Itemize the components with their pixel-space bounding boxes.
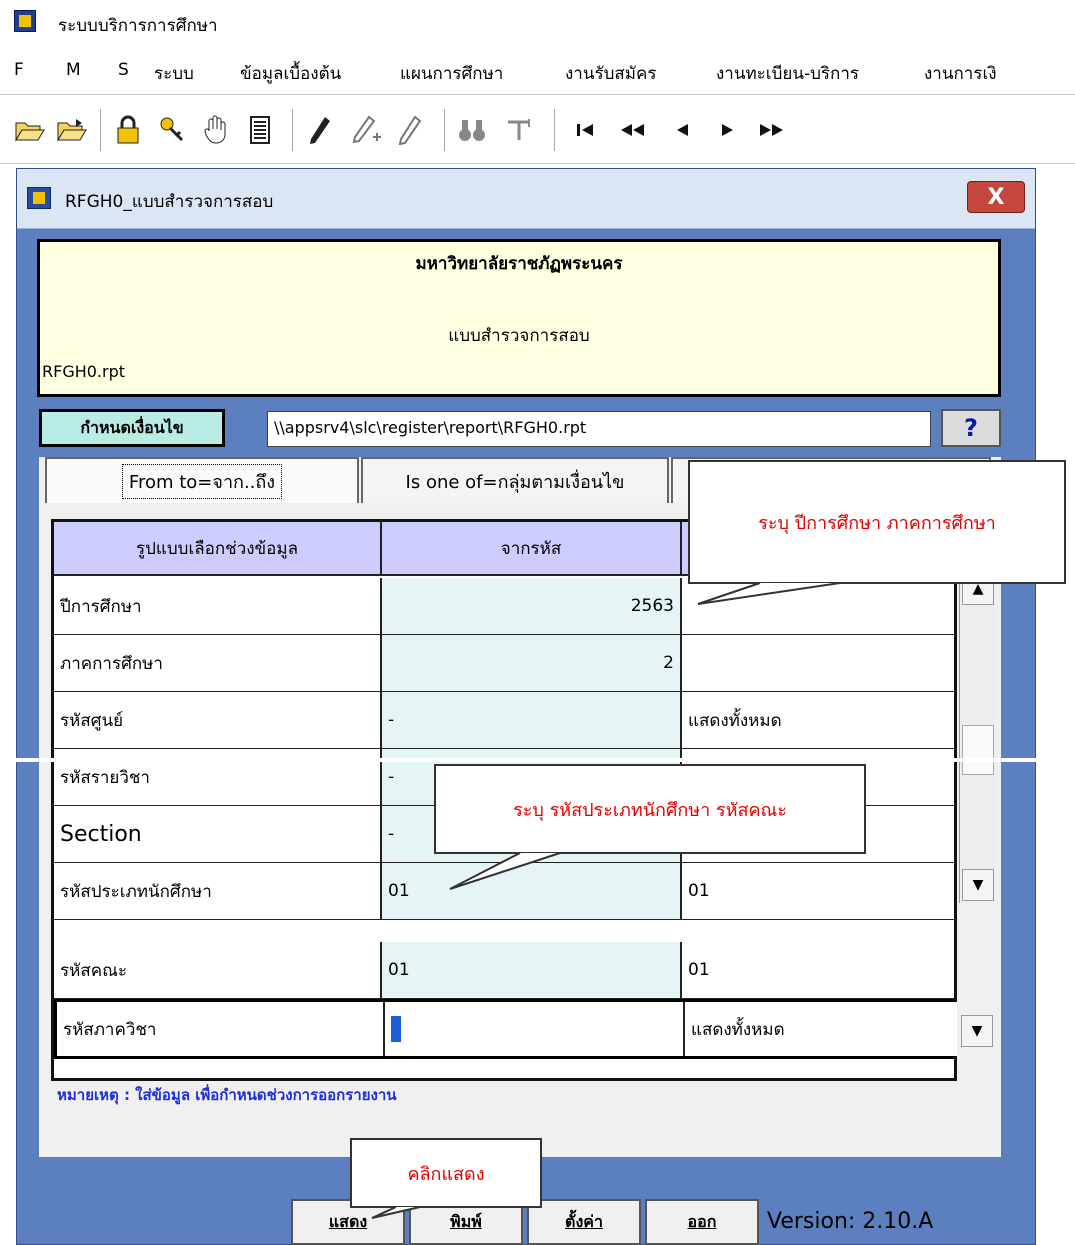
row-to-input[interactable]: 01 <box>682 863 954 919</box>
vertical-scrollbar[interactable]: ▲ ▼ <box>959 573 995 903</box>
menu-item-admission[interactable]: งานรับสมัคร <box>565 60 656 87</box>
window-titlebar: RFGH0_แบบสำรวจการสอบ X <box>17 169 1035 229</box>
row-from-input[interactable]: 01 <box>382 863 682 919</box>
exit-button[interactable]: ออก <box>645 1199 759 1245</box>
row-to-input[interactable]: แสดงทั้งหมด <box>685 1002 957 1056</box>
text-cursor <box>391 1016 401 1042</box>
row-from-input[interactable]: 2563 <box>382 578 682 634</box>
window-icon <box>27 187 51 209</box>
table-row: รหัสประเภทนักศึกษา 01 01 <box>54 863 954 920</box>
report-window: RFGH0_แบบสำรวจการสอบ X มหาวิทยาลัยราชภัฏ… <box>16 168 1036 1245</box>
table-row: รหัสศูนย์ - แสดงทั้งหมด <box>54 692 954 749</box>
next-icon[interactable] <box>708 109 748 151</box>
table-row: รหัสคณะ 01 01 <box>54 942 954 999</box>
binoculars-icon[interactable] <box>452 109 492 151</box>
university-name: มหาวิทยาลัยราชภัฏพระนคร <box>415 254 623 274</box>
lock-icon[interactable] <box>108 109 148 151</box>
settings-button[interactable]: ตั้งค่า <box>527 1199 641 1245</box>
tab-from-to-label: From to=จาก..ถึง <box>121 463 283 499</box>
callout-click-show: คลิกแสดง <box>350 1138 542 1208</box>
row-field: รหัสศูนย์ <box>54 692 382 748</box>
report-filename: RFGH0.rpt <box>42 362 126 381</box>
menu-item-system[interactable]: ระบบ <box>154 60 194 87</box>
callout-type-faculty: ระบุ รหัสประเภทนักศึกษา รหัสคณะ <box>434 764 866 854</box>
help-button[interactable]: ? <box>941 409 1001 447</box>
menubar: F M S ระบบ ข้อมูลเบื้องต้น แผนการศึกษา ง… <box>0 52 1075 92</box>
filter-icon[interactable] <box>500 109 540 151</box>
dropdown-arrow-icon[interactable]: ▼ <box>961 1015 993 1047</box>
version-label: Version: 2.10.A <box>767 1209 934 1234</box>
menu-item-study-plan[interactable]: แผนการศึกษา <box>400 60 503 87</box>
app-icon <box>14 10 36 32</box>
menu-item-s[interactable]: S <box>118 60 129 80</box>
window-title: RFGH0_แบบสำรวจการสอบ <box>65 192 274 212</box>
grid-header-field: รูปแบบเลือกช่วงข้อมูล <box>54 522 382 576</box>
table-row: ปีการศึกษา 2563 <box>54 578 954 635</box>
row-field: รหัสภาควิชา <box>57 1002 385 1056</box>
table-row-current: รหัสภาควิชา แสดงทั้งหมด <box>54 999 957 1059</box>
image-seam <box>0 758 1075 762</box>
app-title: ระบบบริการการศึกษา <box>58 16 218 36</box>
row-field: Section <box>54 806 382 862</box>
menu-item-f[interactable]: F <box>14 60 24 80</box>
first-record-icon[interactable] <box>566 109 606 151</box>
keys-icon[interactable] <box>152 109 192 151</box>
report-header: มหาวิทยาลัยราชภัฏพระนคร แบบสำรวจการสอบ R… <box>37 239 1001 397</box>
pencil-icon[interactable] <box>300 109 340 151</box>
row-from-input[interactable]: - <box>382 692 682 748</box>
menu-item-m[interactable]: M <box>66 60 81 80</box>
row-to-input[interactable] <box>682 578 954 634</box>
row-field: ภาคการศึกษา <box>54 635 382 691</box>
row-field: รหัสคณะ <box>54 942 382 998</box>
document-icon[interactable] <box>240 109 280 151</box>
close-button[interactable]: X <box>967 181 1025 213</box>
app-titlebar: ระบบบริการการศึกษา <box>0 0 1075 52</box>
menu-item-registration[interactable]: งานทะเบียน-บริการ <box>716 60 859 87</box>
row-from-input[interactable] <box>385 1002 685 1056</box>
report-path-field[interactable]: \\appsrv4\slc\register\report\RFGH0.rpt <box>267 411 931 447</box>
table-row: ภาคการศึกษา 2 <box>54 635 954 692</box>
rewind-icon[interactable] <box>612 109 652 151</box>
hand-icon[interactable] <box>196 109 236 151</box>
row-field: ปีการศึกษา <box>54 578 382 634</box>
previous-icon[interactable] <box>662 109 702 151</box>
callout-year-term: ระบุ ปีการศึกษา ภาคการศึกษา <box>688 460 1066 584</box>
row-to-input[interactable]: 01 <box>682 942 954 998</box>
row-from-input[interactable]: 2 <box>382 635 682 691</box>
export-folder-icon[interactable] <box>52 109 92 151</box>
fast-forward-icon[interactable] <box>752 109 792 151</box>
scroll-down-icon[interactable]: ▼ <box>962 869 994 901</box>
menu-item-basic-data[interactable]: ข้อมูลเบื้องต้น <box>240 60 341 87</box>
toolbar <box>0 94 1075 164</box>
scroll-thumb[interactable] <box>962 725 994 775</box>
row-from-input[interactable]: 01 <box>382 942 682 998</box>
tab-is-one-of[interactable]: Is one of=กลุ่มตามเงื่อนไข <box>361 457 669 503</box>
report-title: แบบสำรวจการสอบ <box>448 326 590 346</box>
note-text: หมายเหตุ : ใส่ข้อมูล เพื่อกำหนดช่วงการออ… <box>57 1086 397 1104</box>
menu-item-finance[interactable]: งานการเงิ <box>924 60 997 87</box>
grid-header-from: จากรหัส <box>382 522 682 576</box>
pencil-add-icon[interactable] <box>346 109 386 151</box>
condition-label: กำหนดเงื่อนไข <box>39 409 225 447</box>
row-to-input[interactable]: แสดงทั้งหมด <box>682 692 954 748</box>
row-field: รหัสประเภทนักศึกษา <box>54 863 382 919</box>
open-folder-icon[interactable] <box>10 109 50 151</box>
tab-from-to[interactable]: From to=จาก..ถึง <box>45 457 359 503</box>
pencil-delete-icon[interactable] <box>390 109 430 151</box>
row-to-input[interactable] <box>682 635 954 691</box>
